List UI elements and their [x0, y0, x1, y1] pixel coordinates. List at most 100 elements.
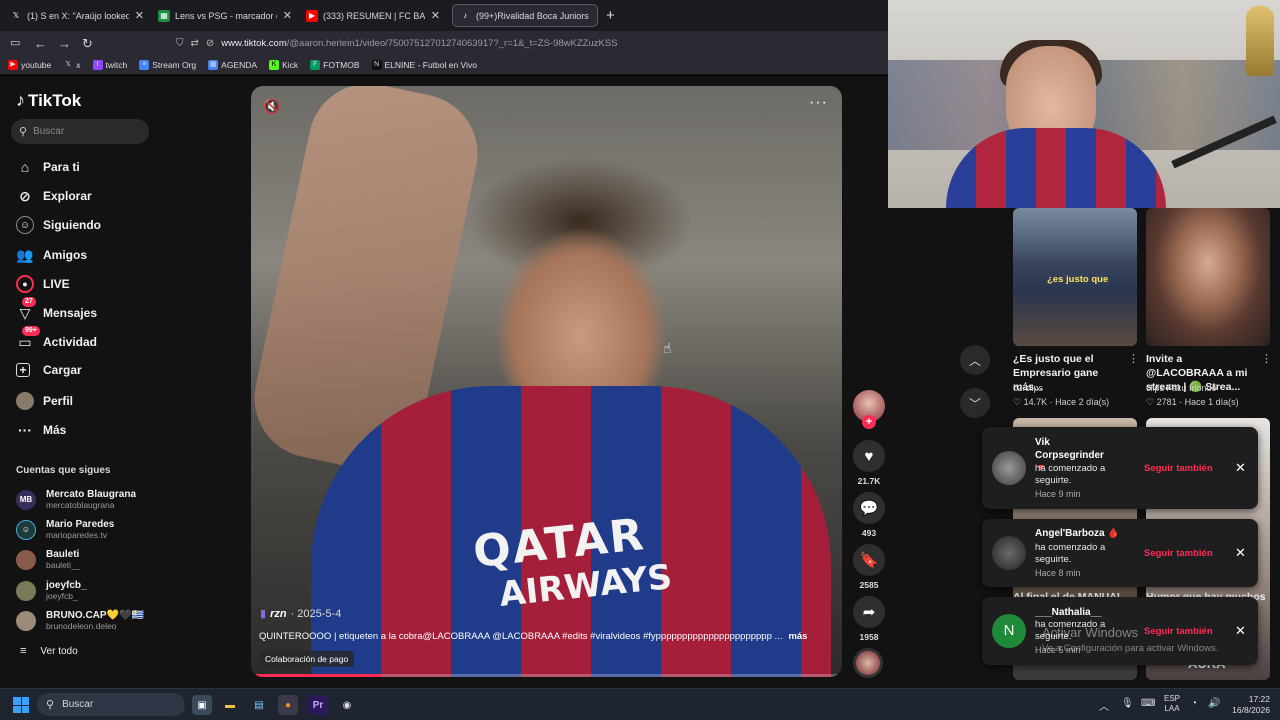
sidebar-item-mensajes[interactable]: ▽ 27 Mensajes: [16, 297, 97, 322]
follow-back-button[interactable]: Seguir también: [1144, 463, 1213, 474]
account-handle: marioparedes.tv: [46, 530, 107, 540]
account-handle: brunodeleon.deleo: [46, 621, 117, 631]
wifi-icon[interactable]: ◔: [1191, 698, 1197, 709]
bookmark-elnine[interactable]: N ELNINE - Futbol en Vivo: [371, 59, 477, 70]
taskbar-clock[interactable]: 17:22 16/8/2026: [1226, 694, 1270, 716]
bookmark-kick[interactable]: K Kick: [269, 59, 298, 70]
prev-video-button[interactable]: ︿: [960, 345, 990, 375]
back-icon[interactable]: ←: [34, 36, 47, 51]
notepad-icon[interactable]: ▤: [249, 695, 269, 715]
followed-account[interactable]: Bauleti bauleti__: [16, 549, 81, 570]
forward-icon[interactable]: →: [58, 36, 71, 51]
windows-start-icon[interactable]: [13, 697, 29, 713]
sidebar-item-explorar[interactable]: ⊘ Explorar: [16, 187, 92, 205]
related-thumbnail[interactable]: [1146, 208, 1270, 346]
caption-more-link[interactable]: más: [788, 631, 807, 642]
task-view-icon[interactable]: ▣: [192, 695, 212, 715]
video-author[interactable]: ▮ rzn · 2025-5-4: [260, 607, 341, 621]
comment-button[interactable]: 💬 493: [852, 492, 886, 538]
separator: ·: [290, 607, 298, 620]
keyboard-icon[interactable]: ⌨: [1141, 698, 1155, 709]
browser-tab[interactable]: ▶ (333) RESUMEN | FC BASEL 2 vs ✕: [300, 4, 446, 27]
followed-account[interactable]: BRUNO.CAP💛🖤🇺🇾 brunodeleon.deleo: [16, 610, 144, 631]
sidebar-item-label: Amigos: [43, 248, 88, 262]
volume-icon[interactable]: 🔊: [1208, 698, 1220, 709]
file-explorer-icon[interactable]: ▬: [220, 695, 240, 715]
sidebar-toggle-icon[interactable]: ▭: [10, 36, 20, 49]
obs-icon[interactable]: ◉: [337, 695, 357, 715]
video-player[interactable]: QATAR AIRWAYS 🔇 ··· ▮ rzn · 2025-5-4 QUI…: [251, 86, 842, 677]
follow-notification: Vik Corpsegrinder 🔻 ha comenzado a segui…: [982, 427, 1258, 509]
friends-icon: 👥: [16, 246, 34, 263]
share-button[interactable]: ➦ 1958: [852, 596, 886, 642]
bookmark-youtube[interactable]: ▶ youtube: [8, 59, 51, 70]
bookmark-fotmob[interactable]: F FOTMOB: [310, 59, 360, 70]
sidebar-item-para-ti[interactable]: ⌂ Para ti: [16, 158, 80, 176]
taskbar-search[interactable]: ⚲ Buscar: [37, 693, 185, 716]
next-video-button[interactable]: ﹀: [960, 388, 990, 418]
close-icon[interactable]: ✕: [1235, 623, 1246, 639]
chevron-up-icon[interactable]: ︿: [1099, 698, 1109, 713]
live-icon: ●: [16, 275, 34, 293]
follow-plus-icon[interactable]: +: [862, 415, 876, 429]
browser-tab[interactable]: 𝕏 (1) S en X: "Araújo looked solid ✕: [4, 4, 150, 27]
close-tab-icon[interactable]: ✕: [135, 9, 144, 22]
followed-account[interactable]: MB Mercato Blaugrana mercatoblaugrana: [16, 489, 136, 510]
music-disc[interactable]: [853, 648, 883, 678]
related-thumbnail[interactable]: ¿es justo que: [1013, 208, 1137, 346]
search-icon: ⚲: [46, 699, 55, 711]
more-vertical-icon[interactable]: ⋮: [1128, 352, 1139, 365]
close-tab-icon[interactable]: ✕: [283, 9, 292, 22]
new-tab-button[interactable]: +: [606, 7, 615, 24]
close-icon[interactable]: ✕: [1235, 545, 1246, 561]
sidebar-item-amigos[interactable]: 👥 Amigos: [16, 246, 87, 264]
browser-tab-active[interactable]: ♪ (99+)Rivalidad Boca Juniors vs: [452, 4, 598, 27]
avatar: N: [992, 614, 1026, 648]
close-tab-icon[interactable]: ✕: [431, 9, 440, 22]
author-name: rzn: [270, 607, 287, 620]
sidebar-item-cargar[interactable]: + Cargar: [16, 363, 82, 377]
see-all-link[interactable]: ≡ Ver todo: [20, 645, 78, 657]
related-author[interactable]: clips Facu Iriondo: [1146, 383, 1217, 393]
close-icon[interactable]: ✕: [1235, 460, 1246, 476]
followed-account[interactable]: ☺ Mario Paredes marioparedes.tv: [16, 519, 114, 540]
follow-back-button[interactable]: Seguir también: [1144, 626, 1213, 637]
progress-fill: [251, 674, 382, 677]
tiktok-logo[interactable]: ♪ TikTok: [16, 90, 81, 111]
like-button[interactable]: ♥ 21.7K: [852, 440, 886, 486]
bookmark-x[interactable]: 𝕏x: [63, 60, 80, 70]
related-author[interactable]: c2.clips: [1013, 383, 1043, 393]
profile-icon: [16, 392, 34, 410]
youtube-icon: ▶: [306, 9, 318, 22]
comment-count: 493: [861, 528, 877, 538]
account-handle: bauleti__: [46, 560, 81, 570]
sidebar-item-siguiendo[interactable]: ☺ Siguiendo: [16, 216, 101, 234]
bookmark-agenda[interactable]: ▦ AGENDA: [208, 59, 257, 70]
search-input[interactable]: ⚲ Buscar: [11, 119, 149, 144]
chevron-up-icon: ︿: [968, 353, 981, 368]
video-progress-bar[interactable]: [251, 674, 842, 677]
follow-back-button[interactable]: Seguir también: [1144, 548, 1213, 559]
like-count: 21.7K: [857, 476, 881, 486]
microphone-icon[interactable]: 🎙: [1121, 698, 1134, 709]
blocked-icon: ⊘: [205, 37, 215, 49]
bookmark-twitch[interactable]: t twitch: [92, 59, 127, 70]
sidebar-item-label: Explorar: [43, 189, 92, 203]
sidebar-item-live[interactable]: ● LIVE: [16, 275, 70, 293]
bookmark-stream-org[interactable]: ≡ Stream Org: [139, 59, 196, 70]
save-button[interactable]: 🔖 2585: [852, 544, 886, 590]
sidebar-item-mas[interactable]: ··· Más: [16, 421, 66, 439]
sidebar-item-actividad[interactable]: ▭ 99+ Actividad: [16, 326, 97, 351]
browser-tab[interactable]: ▦ Lens vs PSG - marcador en vivo ✕: [152, 4, 298, 27]
firefox-icon[interactable]: ●: [278, 695, 298, 715]
premiere-icon[interactable]: Pr: [308, 695, 328, 715]
mute-icon[interactable]: 🔇: [263, 98, 280, 115]
avatar: [992, 536, 1026, 570]
followed-account[interactable]: joeyfcb_ joeyfcb_: [16, 580, 87, 601]
url-bar[interactable]: ⛉ ⇄ ⊘ www.tiktok.com /@aaron.herlein1/vi…: [176, 34, 876, 52]
more-options-icon[interactable]: ···: [809, 94, 828, 112]
more-vertical-icon[interactable]: ⋮: [1261, 352, 1272, 365]
sidebar-item-perfil[interactable]: Perfil: [16, 392, 73, 410]
reload-icon[interactable]: ↻: [82, 36, 93, 52]
language-indicator[interactable]: ESP LAA: [1164, 694, 1180, 714]
